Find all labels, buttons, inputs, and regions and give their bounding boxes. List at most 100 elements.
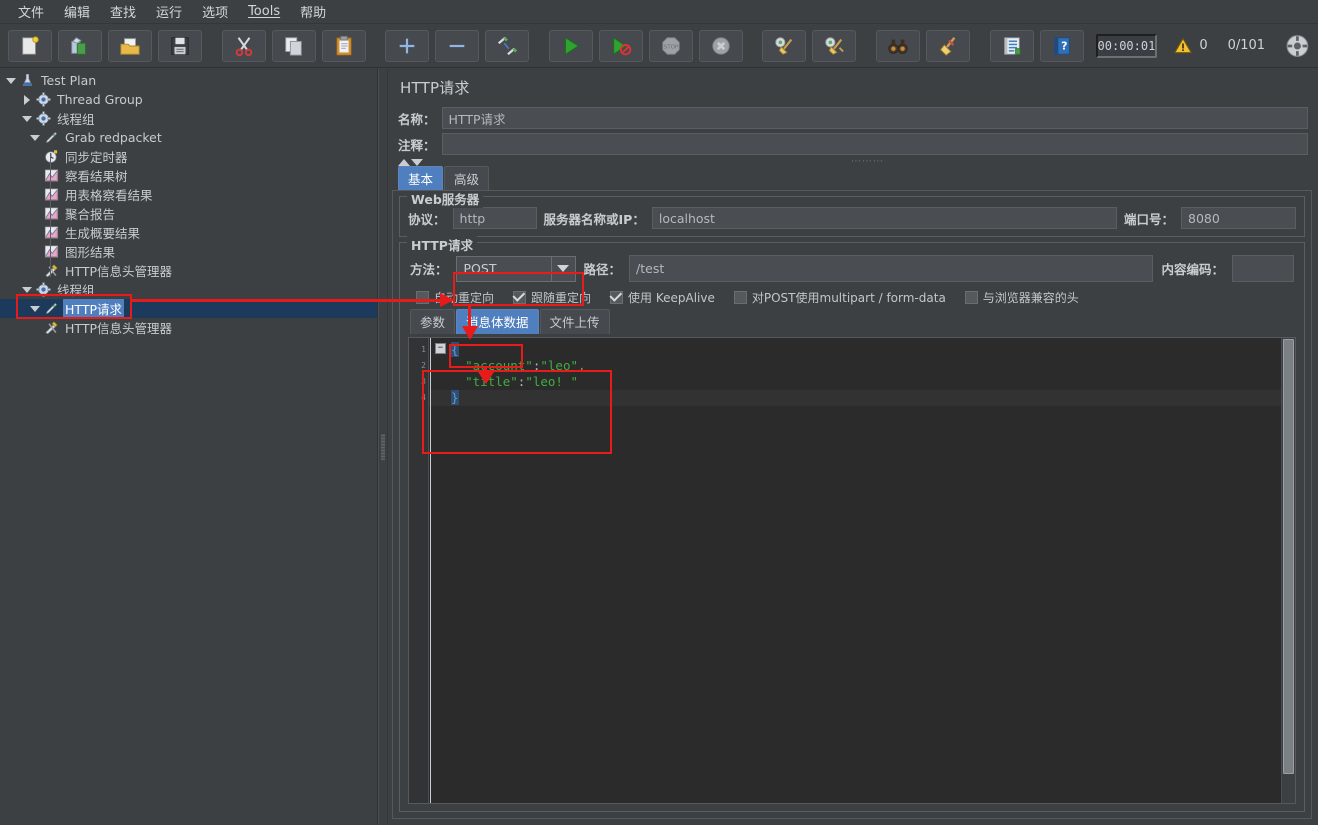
code-line: {: [451, 342, 459, 357]
menu-help[interactable]: 帮助: [290, 0, 336, 24]
checkbox-box-icon[interactable]: [610, 291, 624, 304]
open-button[interactable]: [107, 29, 152, 62]
reset-search-button[interactable]: [925, 29, 970, 62]
jmeter-window: 文件 编辑 查找 运行 选项 Tools 帮助 STOP ? 00:00:01 …: [0, 0, 1318, 825]
compass-nav-icon[interactable]: [1285, 33, 1310, 59]
copy-button[interactable]: [271, 29, 316, 62]
twisty-down-icon[interactable]: [28, 305, 42, 312]
twisty-down-icon[interactable]: [20, 286, 34, 293]
server-input[interactable]: localhost: [651, 207, 1117, 229]
protocol-label: 协议：: [408, 211, 446, 227]
save-button[interactable]: [157, 29, 202, 62]
search-button[interactable]: [875, 29, 920, 62]
tree-label: Thread Group: [57, 92, 143, 107]
comment-input[interactable]: [441, 133, 1308, 155]
scrollbar-thumb[interactable]: [1283, 339, 1294, 775]
collapse-button[interactable]: [435, 29, 480, 62]
editor-vertical-scrollbar[interactable]: [1281, 338, 1295, 803]
path-label: 路径：: [583, 262, 622, 277]
templates-button[interactable]: [57, 29, 102, 62]
protocol-input[interactable]: http: [452, 207, 537, 229]
tree-label: HTTP请求: [63, 299, 124, 318]
tree-node-thread-group-en[interactable]: Thread Group: [0, 90, 377, 109]
tree-label: 图形结果: [65, 245, 116, 260]
twisty-down-icon[interactable]: [4, 77, 18, 84]
tree-node-http-request[interactable]: HTTP请求: [0, 299, 377, 318]
encoding-input[interactable]: [1232, 255, 1294, 282]
menu-file[interactable]: 文件: [8, 0, 54, 24]
collapse-up-icon[interactable]: [398, 159, 410, 166]
function-helper-button[interactable]: [989, 29, 1034, 62]
toggle-button[interactable]: [485, 29, 530, 62]
tree-node-summary-report[interactable]: 生成概要结果: [0, 223, 377, 242]
green-play-icon: [564, 36, 579, 55]
method-select[interactable]: POST: [455, 255, 576, 282]
start-button[interactable]: [548, 29, 593, 62]
shutdown-button[interactable]: [698, 29, 743, 62]
test-plan-tree[interactable]: Test Plan Thread Group 线程组 Grab redpacke…: [0, 69, 378, 825]
help-button[interactable]: ?: [1039, 29, 1084, 62]
path-input[interactable]: /test: [629, 255, 1154, 282]
checkbox-follow-redirect[interactable]: 跟随重定向: [513, 289, 591, 306]
menu-run[interactable]: 运行: [146, 0, 192, 24]
method-value: POST: [463, 261, 497, 276]
tree-node-test-plan[interactable]: Test Plan: [0, 71, 377, 90]
name-label: 名称：: [398, 111, 436, 127]
menu-options[interactable]: 选项: [192, 0, 238, 24]
paste-button[interactable]: [321, 29, 366, 62]
twisty-right-icon[interactable]: [20, 94, 34, 105]
tree-label: 聚合报告: [65, 207, 116, 222]
menu-tools[interactable]: Tools: [238, 1, 290, 22]
twisty-down-icon[interactable]: [20, 115, 34, 122]
clear-all-button[interactable]: [812, 29, 857, 62]
tab-file-upload[interactable]: 文件上传: [539, 309, 610, 334]
tree-node-grab-redpacket[interactable]: Grab redpacket: [0, 128, 377, 147]
tree-node-header-manager-2[interactable]: HTTP信息头管理器: [0, 318, 377, 337]
stop-button[interactable]: STOP: [648, 29, 693, 62]
menu-search[interactable]: 查找: [100, 0, 146, 24]
body-data-editor[interactable]: 1 2 3 4 − { "account":"leo", "title":"le…: [408, 337, 1296, 804]
tree-node-view-results-tree[interactable]: 察看结果树: [0, 166, 377, 185]
checkbox-box-icon[interactable]: [733, 291, 747, 304]
checkbox-keepalive[interactable]: 使用 KeepAlive: [610, 289, 715, 306]
tab-parameters[interactable]: 参数: [410, 309, 456, 334]
checkbox-multipart[interactable]: 对POST使用multipart / form-data: [733, 289, 946, 306]
expand-button[interactable]: [385, 29, 430, 62]
panel-collapse-controls[interactable]: [392, 159, 423, 166]
name-input[interactable]: HTTP请求: [441, 107, 1308, 129]
checkbox-box-icon[interactable]: [416, 291, 429, 304]
clear-button[interactable]: [762, 29, 807, 62]
twisty-down-icon[interactable]: [28, 134, 42, 141]
code-line: "title":"leo! ": [435, 374, 579, 389]
tree-node-header-manager-1[interactable]: HTTP信息头管理器: [0, 261, 377, 280]
collapse-down-icon[interactable]: [411, 159, 423, 166]
checkbox-browser-headers[interactable]: 与浏览器兼容的头: [964, 289, 1079, 306]
tab-content-basic: Web服务器 协议： http 服务器名称或IP： localhost 端口号：…: [392, 190, 1312, 819]
checkbox-box-icon[interactable]: [513, 291, 527, 304]
checkbox-box-icon[interactable]: [964, 291, 978, 304]
menu-bar: 文件 编辑 查找 运行 选项 Tools 帮助: [0, 0, 1318, 24]
fold-collapse-icon[interactable]: −: [435, 343, 446, 354]
tree-node-thread-group-cn-1[interactable]: 线程组: [0, 109, 377, 128]
tree-node-aggregate-report[interactable]: 聚合报告: [0, 204, 377, 223]
chevron-down-icon[interactable]: [550, 256, 575, 281]
warning-indicator[interactable]: 0: [1173, 36, 1208, 56]
port-input[interactable]: 8080: [1181, 207, 1296, 229]
tree-label: 生成概要结果: [65, 226, 141, 241]
tab-basic[interactable]: 基本: [398, 166, 444, 191]
tree-node-view-results-table[interactable]: 用表格察看结果: [0, 185, 377, 204]
split-divider[interactable]: [378, 69, 388, 825]
start-no-pauses-button[interactable]: [598, 29, 643, 62]
new-document-icon: [22, 35, 39, 55]
menu-edit[interactable]: 编辑: [54, 0, 100, 24]
new-test-plan-button[interactable]: [8, 29, 52, 62]
tab-advanced[interactable]: 高级: [444, 166, 490, 191]
tree-node-graph-results[interactable]: 图形结果: [0, 242, 377, 261]
tree-node-sync-timer[interactable]: 同步定时器: [0, 147, 377, 166]
checkbox-auto-redirect[interactable]: 自动重定向: [416, 289, 494, 306]
tree-node-thread-group-cn-2[interactable]: 线程组: [0, 280, 377, 299]
editor-text-area[interactable]: − { "account":"leo", "title":"leo! " }: [429, 338, 1281, 803]
gear-broom-icon: [775, 36, 793, 55]
tab-body-data[interactable]: 消息体数据: [456, 309, 539, 334]
cut-button[interactable]: [221, 29, 266, 62]
